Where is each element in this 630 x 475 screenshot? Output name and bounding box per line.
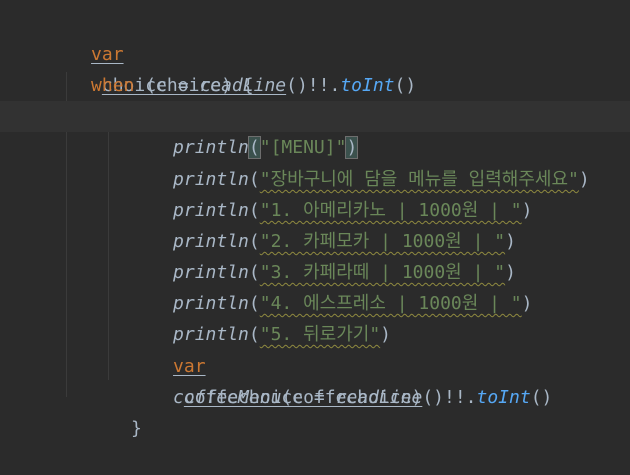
code-line[interactable]: } — [0, 382, 630, 439]
code-line[interactable]: println("4. 에스프레소 | 1000원 | ") — [0, 257, 630, 314]
code-editor[interactable]: var choice = readLine()!!.toInt() when (… — [0, 0, 630, 439]
code-line[interactable]: println("5. 뒤로가기") — [0, 288, 630, 345]
code-line[interactable]: println("장바구니에 담을 메뉴를 입력해주세요") — [0, 133, 630, 190]
code-line[interactable]: var coffechoice = readLine()!!.toInt() — [0, 320, 630, 408]
code-line[interactable]: println("3. 카페라떼 | 1000원 | ") — [0, 226, 630, 283]
code-line[interactable]: coffeeMenu(coffechoice) — [0, 351, 630, 408]
code-line[interactable]: 1 -> { — [0, 70, 630, 127]
code-line-current[interactable]: println("[MENU]") — [0, 101, 630, 159]
brace-close: } — [131, 418, 142, 439]
code-line[interactable]: when (choice) { — [0, 39, 630, 96]
code-line[interactable]: println("2. 카페모카 | 1000원 | ") — [0, 195, 630, 252]
code-line[interactable]: println("1. 아메리카노 | 1000원 | ") — [0, 164, 630, 221]
code-line[interactable]: var choice = readLine()!!.toInt() — [0, 8, 630, 96]
